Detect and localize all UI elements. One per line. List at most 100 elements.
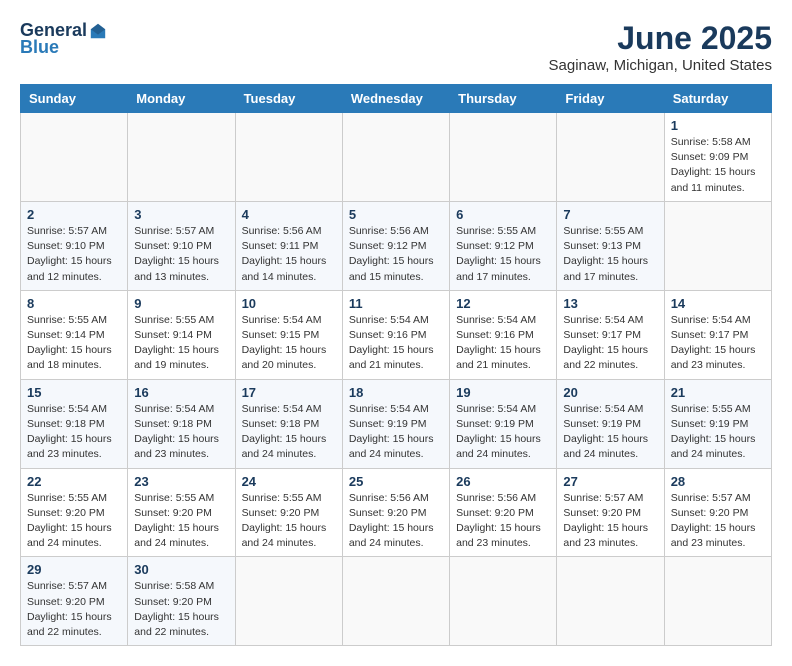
day-number: 22 xyxy=(27,474,121,489)
empty-cell xyxy=(450,113,557,202)
day-info: Sunrise: 5:54 AMSunset: 9:19 PMDaylight:… xyxy=(456,402,550,463)
calendar-week-4: 15Sunrise: 5:54 AMSunset: 9:18 PMDayligh… xyxy=(21,379,772,468)
day-info: Sunrise: 5:57 AMSunset: 9:20 PMDaylight:… xyxy=(671,491,765,552)
calendar-day-6: 6 Sunrise: 5:55 AMSunset: 9:12 PMDaylight… xyxy=(450,201,557,290)
calendar-day-13: 13 Sunrise: 5:54 AMSunset: 9:17 PMDayligh… xyxy=(557,290,664,379)
day-number: 13 xyxy=(563,296,657,311)
logo: General Blue xyxy=(20,20,107,58)
calendar-day-12: 12 Sunrise: 5:54 AMSunset: 9:16 PMDayligh… xyxy=(450,290,557,379)
calendar-day-5: 5Sunrise: 5:56 AMSunset: 9:12 PMDaylight… xyxy=(342,201,449,290)
day-number: 26 xyxy=(456,474,550,489)
day-info: Sunrise: 5:57 AMSunset: 9:10 PMDaylight:… xyxy=(134,224,228,285)
weekday-header-saturday: Saturday xyxy=(664,85,771,113)
day-number: 12 xyxy=(456,296,550,311)
day-number: 1 xyxy=(671,118,765,133)
day-number: 4 xyxy=(242,207,336,222)
empty-cell xyxy=(664,557,771,646)
day-number: 25 xyxy=(349,474,443,489)
day-number: 3 xyxy=(134,207,228,222)
calendar-day-22: 22 Sunrise: 5:55 AMSunset: 9:20 PMDayligh… xyxy=(21,468,128,557)
day-number: 5 xyxy=(349,207,443,222)
day-info: Sunrise: 5:54 AMSunset: 9:15 PMDaylight:… xyxy=(242,313,336,374)
weekday-header-thursday: Thursday xyxy=(450,85,557,113)
calendar-day-3: 3 Sunrise: 5:57 AMSunset: 9:10 PMDaylight… xyxy=(128,201,235,290)
calendar-day-24: 24 Sunrise: 5:55 AMSunset: 9:20 PMDayligh… xyxy=(235,468,342,557)
calendar-day-8: 8Sunrise: 5:55 AMSunset: 9:14 PMDaylight… xyxy=(21,290,128,379)
day-info: Sunrise: 5:55 AMSunset: 9:12 PMDaylight:… xyxy=(456,224,550,285)
calendar-day-11: 11 Sunrise: 5:54 AMSunset: 9:16 PMDayligh… xyxy=(342,290,449,379)
calendar-day-2: 2Sunrise: 5:57 AMSunset: 9:10 PMDaylight… xyxy=(21,201,128,290)
calendar-day-17: 17Sunrise: 5:54 AMSunset: 9:18 PMDayligh… xyxy=(235,379,342,468)
day-info: Sunrise: 5:54 AMSunset: 9:17 PMDaylight:… xyxy=(563,313,657,374)
day-number: 20 xyxy=(563,385,657,400)
empty-cell xyxy=(557,113,664,202)
day-info: Sunrise: 5:54 AMSunset: 9:16 PMDaylight:… xyxy=(349,313,443,374)
subtitle: Saginaw, Michigan, United States xyxy=(549,57,772,74)
day-info: Sunrise: 5:54 AMSunset: 9:16 PMDaylight:… xyxy=(456,313,550,374)
day-info: Sunrise: 5:54 AMSunset: 9:19 PMDaylight:… xyxy=(563,402,657,463)
weekday-header-wednesday: Wednesday xyxy=(342,85,449,113)
calendar-day-14: 14Sunrise: 5:54 AMSunset: 9:17 PMDayligh… xyxy=(664,290,771,379)
calendar-day-10: 10Sunrise: 5:54 AMSunset: 9:15 PMDayligh… xyxy=(235,290,342,379)
day-info: Sunrise: 5:58 AMSunset: 9:09 PMDaylight:… xyxy=(671,135,765,196)
day-number: 9 xyxy=(134,296,228,311)
empty-cell xyxy=(557,557,664,646)
logo-icon xyxy=(89,22,107,40)
day-number: 8 xyxy=(27,296,121,311)
calendar-week-6: 29Sunrise: 5:57 AMSunset: 9:20 PMDayligh… xyxy=(21,557,772,646)
calendar-day-1: 1 Sunrise: 5:58 AMSunset: 9:09 PMDaylight… xyxy=(664,113,771,202)
day-info: Sunrise: 5:54 AMSunset: 9:18 PMDaylight:… xyxy=(27,402,121,463)
calendar-day-21: 21 Sunrise: 5:55 AMSunset: 9:19 PMDayligh… xyxy=(664,379,771,468)
day-number: 23 xyxy=(134,474,228,489)
weekday-header-sunday: Sunday xyxy=(21,85,128,113)
calendar-week-5: 22 Sunrise: 5:55 AMSunset: 9:20 PMDayligh… xyxy=(21,468,772,557)
day-info: Sunrise: 5:56 AMSunset: 9:20 PMDaylight:… xyxy=(349,491,443,552)
calendar-day-28: 28 Sunrise: 5:57 AMSunset: 9:20 PMDayligh… xyxy=(664,468,771,557)
empty-cell xyxy=(450,557,557,646)
day-number: 21 xyxy=(671,385,765,400)
day-number: 19 xyxy=(456,385,550,400)
calendar-day-20: 20 Sunrise: 5:54 AMSunset: 9:19 PMDayligh… xyxy=(557,379,664,468)
weekday-header-tuesday: Tuesday xyxy=(235,85,342,113)
day-number: 24 xyxy=(242,474,336,489)
empty-cell xyxy=(664,201,771,290)
day-number: 2 xyxy=(27,207,121,222)
empty-cell xyxy=(342,557,449,646)
day-info: Sunrise: 5:55 AMSunset: 9:14 PMDaylight:… xyxy=(134,313,228,374)
day-number: 6 xyxy=(456,207,550,222)
day-info: Sunrise: 5:57 AMSunset: 9:20 PMDaylight:… xyxy=(27,579,121,640)
calendar-week-2: 2 Sunrise: 5:57 AMSunset: 9:10 PMDaylight… xyxy=(21,201,772,290)
empty-cell xyxy=(21,113,128,202)
day-number: 30 xyxy=(134,562,228,577)
calendar-day-18: 18 Sunrise: 5:54 AMSunset: 9:19 PMDayligh… xyxy=(342,379,449,468)
day-number: 17 xyxy=(242,385,336,400)
day-number: 18 xyxy=(349,385,443,400)
calendar-week-3: 8 Sunrise: 5:55 AMSunset: 9:14 PMDaylight… xyxy=(21,290,772,379)
calendar-day-30: 30Sunrise: 5:58 AMSunset: 9:20 PMDayligh… xyxy=(128,557,235,646)
empty-cell xyxy=(235,113,342,202)
day-info: Sunrise: 5:55 AMSunset: 9:19 PMDaylight:… xyxy=(671,402,765,463)
calendar-day-7: 7Sunrise: 5:55 AMSunset: 9:13 PMDaylight… xyxy=(557,201,664,290)
day-number: 11 xyxy=(349,296,443,311)
day-number: 14 xyxy=(671,296,765,311)
day-info: Sunrise: 5:57 AMSunset: 9:20 PMDaylight:… xyxy=(563,491,657,552)
day-number: 27 xyxy=(563,474,657,489)
calendar-day-16: 16Sunrise: 5:54 AMSunset: 9:18 PMDayligh… xyxy=(128,379,235,468)
day-info: Sunrise: 5:55 AMSunset: 9:20 PMDaylight:… xyxy=(242,491,336,552)
calendar-day-4: 4Sunrise: 5:56 AMSunset: 9:11 PMDaylight… xyxy=(235,201,342,290)
day-number: 16 xyxy=(134,385,228,400)
title-area: June 2025 Saginaw, Michigan, United Stat… xyxy=(549,20,772,74)
day-info: Sunrise: 5:54 AMSunset: 9:19 PMDaylight:… xyxy=(349,402,443,463)
day-info: Sunrise: 5:55 AMSunset: 9:13 PMDaylight:… xyxy=(563,224,657,285)
calendar-day-27: 27 Sunrise: 5:57 AMSunset: 9:20 PMDayligh… xyxy=(557,468,664,557)
logo-blue: Blue xyxy=(20,37,59,57)
calendar-day-9: 9 Sunrise: 5:55 AMSunset: 9:14 PMDaylight… xyxy=(128,290,235,379)
empty-cell xyxy=(235,557,342,646)
weekday-header-monday: Monday xyxy=(128,85,235,113)
calendar-day-29: 29Sunrise: 5:57 AMSunset: 9:20 PMDayligh… xyxy=(21,557,128,646)
empty-cell xyxy=(128,113,235,202)
day-info: Sunrise: 5:55 AMSunset: 9:20 PMDaylight:… xyxy=(134,491,228,552)
day-number: 28 xyxy=(671,474,765,489)
day-info: Sunrise: 5:55 AMSunset: 9:20 PMDaylight:… xyxy=(27,491,121,552)
calendar-day-23: 23 Sunrise: 5:55 AMSunset: 9:20 PMDayligh… xyxy=(128,468,235,557)
